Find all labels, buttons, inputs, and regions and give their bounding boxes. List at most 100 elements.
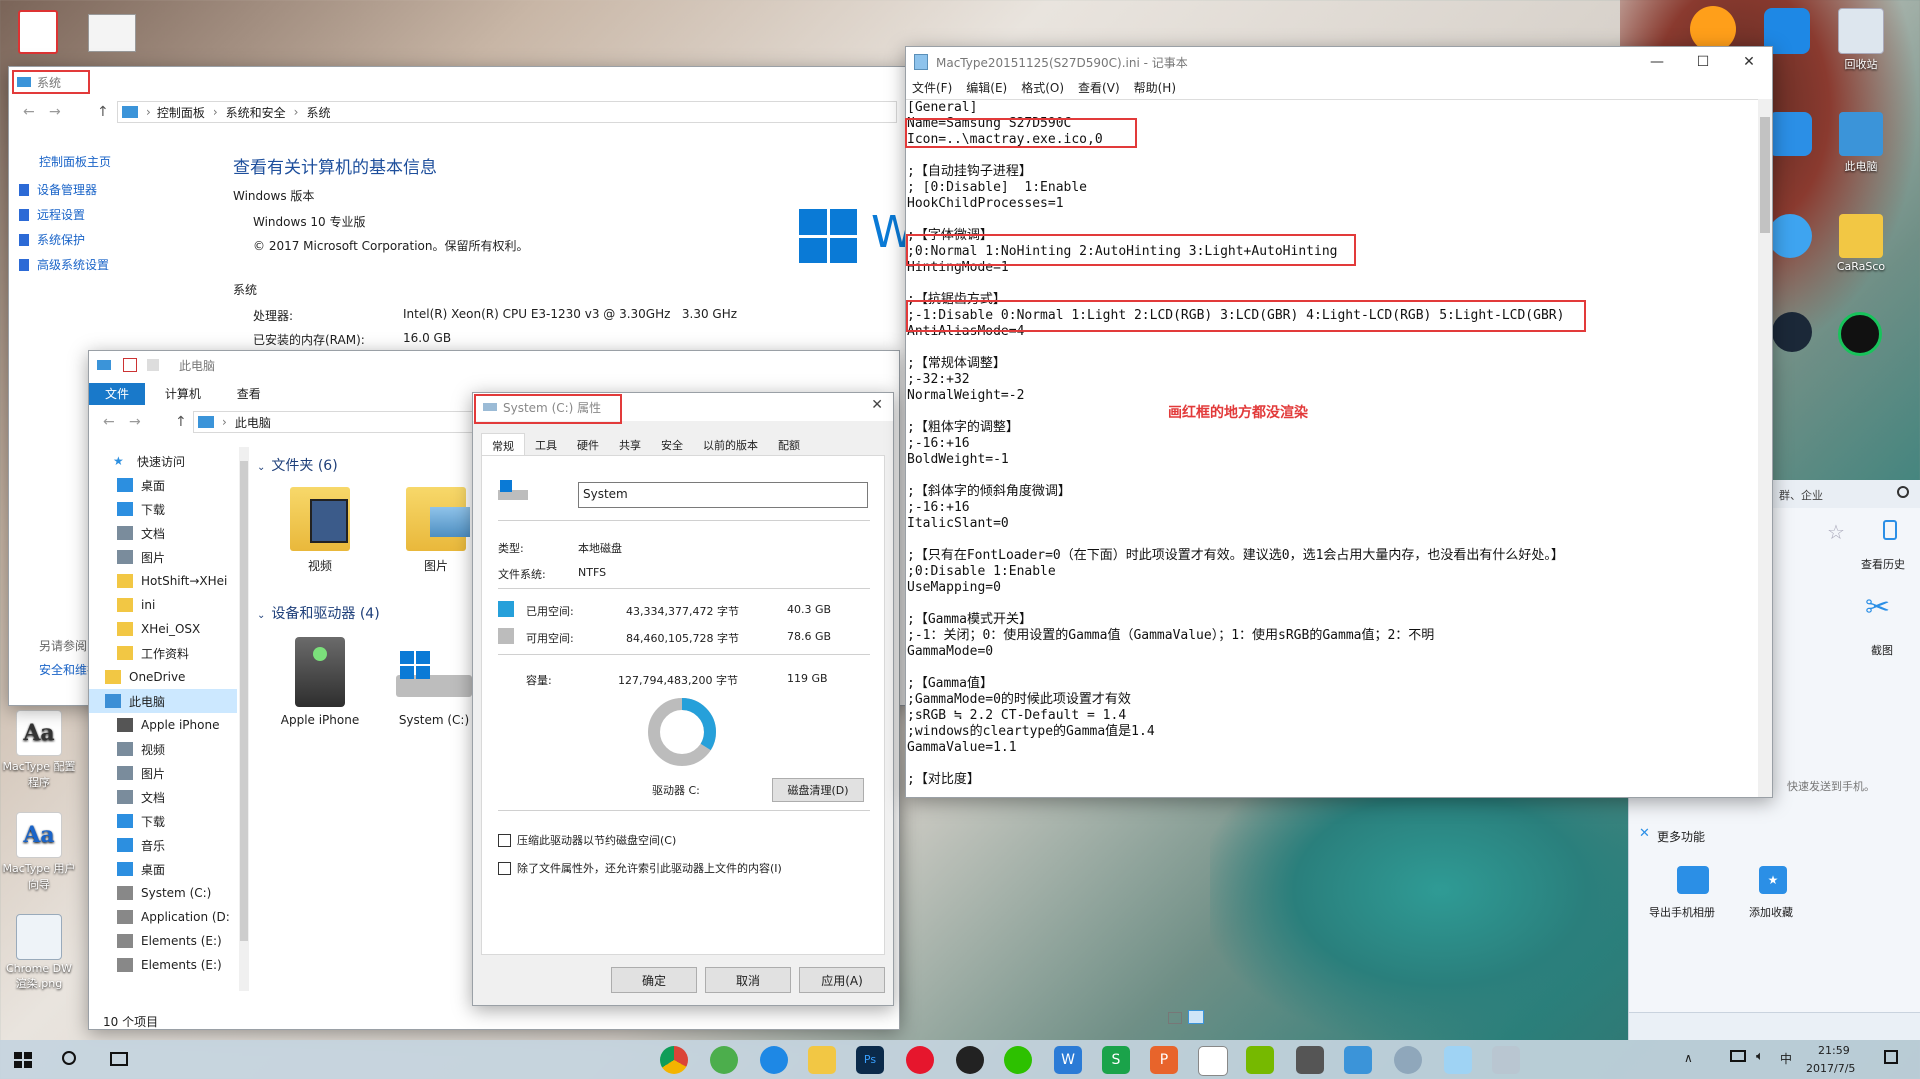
nav-item[interactable]: ini xyxy=(89,593,237,617)
breadcrumb-item[interactable]: 控制面板 xyxy=(157,104,205,121)
new-folder-quick-icon[interactable] xyxy=(147,359,159,371)
chrome-icon[interactable] xyxy=(660,1046,688,1074)
nav-item[interactable]: 下载 xyxy=(89,497,237,521)
drive-taskbar-icon[interactable] xyxy=(1492,1046,1520,1074)
close-button[interactable]: ✕ xyxy=(1726,47,1772,77)
nav-item[interactable]: 桌面 xyxy=(89,857,237,881)
nav-item[interactable]: 图片 xyxy=(89,545,237,569)
compress-checkbox[interactable]: 压缩此驱动器以节约磁盘空间(C) xyxy=(498,832,676,848)
desktop-icon-mactype-wizard[interactable]: Aa MacType 用户向导 xyxy=(0,812,78,892)
scissors-icon[interactable]: ✂ xyxy=(1865,590,1890,625)
nav-item[interactable]: XHei_OSX xyxy=(89,617,237,641)
desktop-icon-top-2[interactable] xyxy=(88,14,136,52)
folder-item-videos[interactable]: 视频 xyxy=(285,487,355,574)
desktop-icon-green[interactable] xyxy=(1838,312,1882,356)
ime-indicator[interactable]: 中 xyxy=(1780,1050,1792,1067)
add-favorite-icon[interactable]: ★ xyxy=(1759,866,1787,894)
history-link[interactable]: 查看历史 xyxy=(1861,556,1905,572)
notepad-scrollbar[interactable] xyxy=(1758,99,1772,797)
tab-previous-versions[interactable]: 以前的版本 xyxy=(693,433,768,455)
tab-general[interactable]: 常规 xyxy=(481,433,525,455)
wps-writer-icon[interactable]: W xyxy=(1054,1046,1082,1074)
close-icon[interactable]: ✕ xyxy=(871,397,883,413)
task-view-icon[interactable] xyxy=(110,1052,128,1066)
nav-item[interactable]: 视频 xyxy=(89,737,237,761)
nav-item[interactable]: Elements (E:) xyxy=(89,953,237,977)
advanced-settings-link[interactable]: 高级系统设置 xyxy=(19,256,109,273)
nav-item[interactable]: 下载 xyxy=(89,809,237,833)
desktop-icon-carasco[interactable]: CaRaSco xyxy=(1822,214,1900,273)
notepad-taskbar-icon[interactable] xyxy=(1444,1046,1472,1074)
network-icon[interactable] xyxy=(1730,1050,1746,1062)
nav-item[interactable]: Application (D: xyxy=(89,905,237,929)
search-circle-icon[interactable] xyxy=(62,1051,76,1065)
folders-header[interactable]: ⌄ 文件夹 (6) xyxy=(257,455,338,475)
nav-item[interactable]: 图片 xyxy=(89,761,237,785)
volume-icon[interactable]: 🔈︎ xyxy=(1756,1049,1764,1064)
ribbon-tab-file[interactable]: 文件 xyxy=(89,383,146,405)
nav-item[interactable]: 桌面 xyxy=(89,473,237,497)
menu-help[interactable]: 帮助(H) xyxy=(1134,79,1176,99)
add-favorite-label[interactable]: 添加收藏 xyxy=(1749,904,1793,920)
system-protection-link[interactable]: 系统保护 xyxy=(19,231,85,248)
index-checkbox[interactable]: 除了文件属性外，还允许索引此驱动器上文件的内容(I) xyxy=(498,860,782,876)
menu-format[interactable]: 格式(O) xyxy=(1021,79,1064,99)
send-phone-label[interactable]: 快速发送到手机。 xyxy=(1787,778,1875,794)
store-icon[interactable] xyxy=(1198,1046,1228,1076)
desktop-icon-chrome-dw[interactable]: Chrome DW 渲染.png xyxy=(0,914,78,991)
export-album-label[interactable]: 导出手机相册 xyxy=(1649,904,1715,920)
nav-quick-access[interactable]: ★ 快速访问 xyxy=(89,449,237,473)
breadcrumb-item[interactable]: 系统和安全 xyxy=(226,104,286,121)
up-arrow-icon[interactable]: ↑ xyxy=(175,414,187,430)
phone-icon[interactable] xyxy=(1883,520,1897,540)
forward-arrow-icon[interactable]: → xyxy=(129,414,141,430)
photoshop-icon[interactable]: Ps xyxy=(856,1046,884,1074)
start-icon[interactable] xyxy=(14,1052,32,1068)
tab-quota[interactable]: 配额 xyxy=(768,433,810,455)
menu-file[interactable]: 文件(F) xyxy=(912,79,952,99)
more-features-label[interactable]: 更多功能 xyxy=(1657,828,1705,845)
menu-view[interactable]: 查看(V) xyxy=(1078,79,1120,99)
device-item-iphone[interactable]: Apple iPhone xyxy=(275,637,365,727)
search-icon[interactable] xyxy=(1897,486,1909,498)
menu-edit[interactable]: 编辑(E) xyxy=(966,79,1007,99)
nav-item[interactable]: 文档 xyxy=(89,785,237,809)
desktop-icon-mactype-config[interactable]: Aa MacType 配置程序 xyxy=(0,710,78,790)
notepad-text-area[interactable]: [General] Name=Samsung S27D590C Icon=..\ma… xyxy=(906,99,1758,797)
qq-icon[interactable] xyxy=(956,1046,984,1074)
desktop-icon-top-1[interactable] xyxy=(18,10,58,54)
tab-hardware[interactable]: 硬件 xyxy=(567,433,609,455)
nvidia-icon[interactable] xyxy=(1246,1046,1274,1074)
breadcrumb-item[interactable]: 系统 xyxy=(306,104,330,121)
nav-item[interactable]: HotShift→XHei xyxy=(89,569,237,593)
notification-icon[interactable] xyxy=(1884,1050,1898,1064)
browser-360-icon[interactable] xyxy=(710,1046,738,1074)
volume-name-input[interactable]: System xyxy=(578,482,868,508)
export-album-icon[interactable] xyxy=(1677,866,1709,894)
edge-icon[interactable] xyxy=(760,1046,788,1074)
nav-item[interactable]: OneDrive xyxy=(89,665,237,689)
tool-icon[interactable] xyxy=(1394,1046,1422,1074)
desktop-icon-steam[interactable] xyxy=(1772,312,1812,352)
disk-cleanup-button[interactable]: 磁盘清理(D) xyxy=(772,778,864,802)
control-panel-home-link[interactable]: 控制面板主页 xyxy=(39,153,111,170)
star-icon[interactable]: ☆ xyxy=(1827,520,1845,544)
nav-item[interactable]: 工作资料 xyxy=(89,641,237,665)
wps-presentation-icon[interactable]: P xyxy=(1150,1046,1178,1074)
desktop-icon-baidu[interactable] xyxy=(1768,112,1812,156)
nav-scrollbar[interactable] xyxy=(239,447,249,991)
weibo-icon[interactable] xyxy=(906,1046,934,1074)
screenshot-label[interactable]: 截图 xyxy=(1871,642,1893,658)
file-explorer-icon[interactable] xyxy=(808,1046,836,1074)
tab-tools[interactable]: 工具 xyxy=(525,433,567,455)
ribbon-tab-view[interactable]: 查看 xyxy=(221,383,277,405)
tab-sharing[interactable]: 共享 xyxy=(609,433,651,455)
nav-item[interactable]: Elements (E:) xyxy=(89,929,237,953)
apply-button[interactable]: 应用(A) xyxy=(799,967,885,993)
remote-settings-link[interactable]: 远程设置 xyxy=(19,206,85,223)
breadcrumb[interactable]: › 控制面板 › 系统和安全 › 系统 xyxy=(117,101,897,123)
nav-item[interactable]: 此电脑 xyxy=(89,689,237,713)
clock-date[interactable]: 2017/7/5 xyxy=(1806,1062,1855,1075)
back-arrow-icon[interactable]: ← xyxy=(103,414,115,430)
up-arrow-icon[interactable]: ↑ xyxy=(97,104,109,120)
